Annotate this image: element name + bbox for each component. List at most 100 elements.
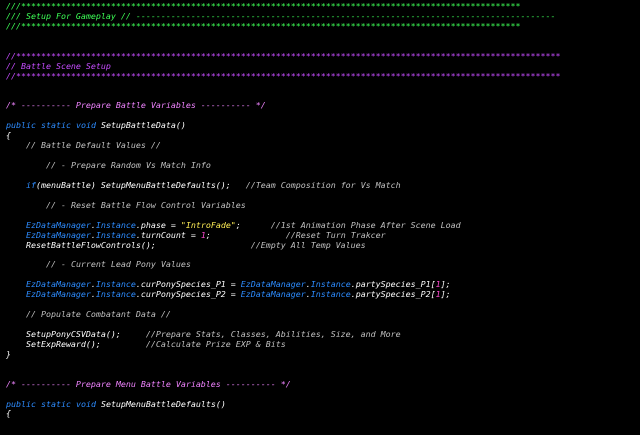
code-line[interactable]: EzDataManager.Instance.curPonySpecies_P1… xyxy=(0,280,640,290)
keyword-token: static xyxy=(40,399,71,409)
comment-token: //1st Animation Phase After Scene Load xyxy=(270,220,461,230)
code-line[interactable] xyxy=(0,32,640,42)
code-line[interactable] xyxy=(0,42,640,52)
code-line[interactable]: SetupPonyCSVData(); //Prepare Stats, Cla… xyxy=(0,330,640,340)
keyword-token: void xyxy=(75,399,96,409)
code-token: SetupBattleData() xyxy=(95,121,186,131)
code-line[interactable]: } xyxy=(0,350,640,360)
code-line[interactable]: /* ---------- Prepare Menu Battle Variab… xyxy=(0,380,640,390)
block-comment-token: /* ---------- Prepare Menu Battle Variab… xyxy=(6,379,291,389)
code-line[interactable]: // Populate Combatant Data // xyxy=(0,310,640,320)
code-line[interactable] xyxy=(0,320,640,330)
code-token: SetupMenuBattleDefaults() xyxy=(95,399,226,409)
code-token: SetExpReward(); xyxy=(6,339,146,349)
comment-token: // - Current Lead Pony Values xyxy=(45,260,191,270)
code-line[interactable]: { xyxy=(0,409,640,419)
keyword-token: EzDataManager xyxy=(25,230,91,240)
code-line[interactable]: { xyxy=(0,131,640,141)
code-token: ResetBattleFlowControls(); xyxy=(6,240,251,250)
code-line[interactable]: // - Current Lead Pony Values xyxy=(0,260,640,270)
code-line[interactable]: //**************************************… xyxy=(0,52,640,62)
code-line[interactable]: ///*************************************… xyxy=(0,2,640,12)
keyword-token: Instance xyxy=(95,280,136,290)
code-line[interactable] xyxy=(0,171,640,181)
keyword-token: EzDataManager xyxy=(25,290,91,300)
keyword-token: Instance xyxy=(310,280,351,290)
code-line[interactable]: SetExpReward(); //Calculate Prize EXP & … xyxy=(0,340,640,350)
code-line[interactable]: EzDataManager.Instance.curPonySpecies_P2… xyxy=(0,290,640,300)
code-token: .phase = xyxy=(135,220,181,230)
code-token: ]; xyxy=(440,280,451,290)
keyword-token: public xyxy=(6,121,36,131)
keyword-token: public xyxy=(6,399,36,409)
section-comment-token: //**************************************… xyxy=(6,51,561,61)
section-comment-token: // Battle Scene Setup xyxy=(6,61,111,71)
code-line[interactable]: /* ---------- Prepare Battle Variables -… xyxy=(0,101,640,111)
code-line[interactable] xyxy=(0,151,640,161)
header-comment-token: /// Setup For Gameplay // --------------… xyxy=(6,11,556,21)
keyword-token: if xyxy=(25,180,36,190)
code-line[interactable] xyxy=(0,360,640,370)
code-line[interactable] xyxy=(0,370,640,380)
code-line[interactable] xyxy=(0,111,640,121)
code-token: .curPonySpecies_P1 = xyxy=(135,280,241,290)
code-line[interactable]: /// Setup For Gameplay // --------------… xyxy=(0,12,640,22)
code-token: .turnCount = xyxy=(135,230,201,240)
code-line[interactable] xyxy=(0,91,640,101)
string-token: "IntroFade" xyxy=(180,220,236,230)
code-line[interactable]: public static void SetupMenuBattleDefaul… xyxy=(0,400,640,410)
comment-token: //Empty All Temp Values xyxy=(250,240,366,250)
code-line[interactable]: EzDataManager.Instance.turnCount = 1; //… xyxy=(0,231,640,241)
code-line[interactable]: if(menuBattle) SetupMenuBattleDefaults()… xyxy=(0,181,640,191)
code-token: .partySpecies_P2[ xyxy=(350,290,436,300)
code-line[interactable]: ///*************************************… xyxy=(0,22,640,32)
code-token: ]; xyxy=(440,290,451,300)
code-token: SetupPonyCSVData(); xyxy=(6,329,146,339)
keyword-token: EzDataManager xyxy=(25,280,91,290)
code-line[interactable] xyxy=(0,191,640,201)
code-editor[interactable]: ///*************************************… xyxy=(0,0,640,435)
comment-token: //Prepare Stats, Classes, Abilities, Siz… xyxy=(145,329,401,339)
code-line[interactable] xyxy=(0,270,640,280)
comment-token: // - Reset Battle Flow Control Variables xyxy=(45,200,246,210)
keyword-token: void xyxy=(75,121,96,131)
code-line[interactable]: // - Reset Battle Flow Control Variables xyxy=(0,201,640,211)
code-line[interactable]: // Battle Default Values // xyxy=(0,141,640,151)
keyword-token: Instance xyxy=(95,290,136,300)
code-line[interactable] xyxy=(0,82,640,92)
comment-token: // Battle Default Values // xyxy=(25,141,161,151)
code-line[interactable] xyxy=(0,300,640,310)
code-token: .partySpecies_P1[ xyxy=(350,280,436,290)
code-line[interactable] xyxy=(0,390,640,400)
comment-token: // Populate Combatant Data // xyxy=(25,310,171,320)
code-line[interactable]: // Battle Scene Setup xyxy=(0,62,640,72)
code-line[interactable] xyxy=(0,250,640,260)
code-token: ; xyxy=(205,230,286,240)
code-line[interactable]: // - Prepare Random Vs Match Info xyxy=(0,161,640,171)
keyword-token: Instance xyxy=(95,230,136,240)
block-comment-token: /* ---------- Prepare Battle Variables -… xyxy=(6,101,266,111)
code-line[interactable]: ResetBattleFlowControls(); //Empty All T… xyxy=(0,241,640,251)
code-line[interactable]: EzDataManager.Instance.phase = "IntroFad… xyxy=(0,221,640,231)
keyword-token: EzDataManager xyxy=(240,290,306,300)
keyword-token: Instance xyxy=(310,290,351,300)
code-line[interactable] xyxy=(0,211,640,221)
header-comment-token: ///*************************************… xyxy=(6,21,521,31)
header-comment-token: ///*************************************… xyxy=(6,2,521,11)
comment-token: //Reset Turn Trakcer xyxy=(285,230,386,240)
code-line[interactable]: public static void SetupBattleData() xyxy=(0,121,640,131)
code-token: ; xyxy=(235,220,271,230)
keyword-token: EzDataManager xyxy=(240,280,306,290)
code-line[interactable]: //**************************************… xyxy=(0,72,640,82)
code-token: .curPonySpecies_P2 = xyxy=(135,290,241,300)
section-comment-token: //**************************************… xyxy=(6,71,561,81)
keyword-token: EzDataManager xyxy=(25,220,91,230)
